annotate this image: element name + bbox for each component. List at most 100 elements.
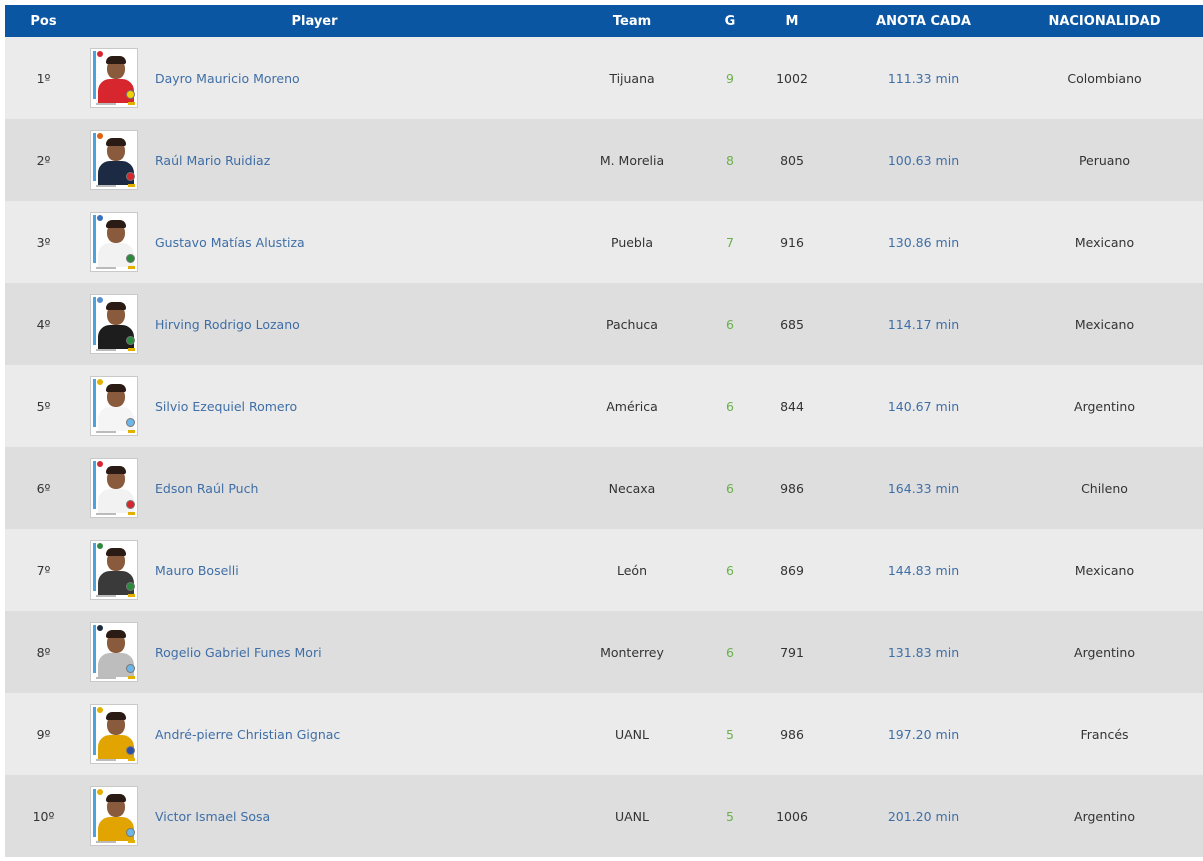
table-row: 4º Hirving Rodrigo Lozano Pachuca 6 685 114.1… (5, 283, 1203, 365)
player-photo-icon[interactable] (90, 294, 138, 354)
cell-player: Rogelio Gabriel Funes Mori (82, 622, 547, 682)
table-row: 2º Raúl Mario Ruidiaz M. Morelia 8 805 100.63… (5, 119, 1203, 201)
cell-nacionalidad: Peruano (1078, 152, 1131, 168)
cell-pos: 7º (36, 562, 51, 578)
cell-player: Victor Ismael Sosa (82, 786, 547, 846)
cell-anota-cada: 111.33 min (887, 70, 960, 86)
cell-player: Dayro Mauricio Moreno (82, 48, 547, 108)
player-link[interactable]: Silvio Ezequiel Romero (155, 399, 297, 414)
cell-team: UANL (614, 726, 649, 742)
player-photo-icon[interactable] (90, 622, 138, 682)
cell-team: UANL (614, 808, 649, 824)
cell-anota-cada: 164.33 min (887, 480, 960, 496)
cell-anota-cada: 197.20 min (887, 726, 960, 742)
player-photo-icon[interactable] (90, 458, 138, 518)
cell-team: Tijuana (609, 70, 655, 86)
player-link[interactable]: Edson Raúl Puch (155, 481, 258, 496)
player-link[interactable]: Rogelio Gabriel Funes Mori (155, 645, 322, 660)
header-player[interactable]: Player (82, 14, 547, 29)
cell-team: Monterrey (600, 644, 664, 660)
cell-minutes: 844 (780, 398, 804, 414)
table-row: 3º Gustavo Matías Alustiza Puebla 7 916 130.8… (5, 201, 1203, 283)
cell-anota-cada: 144.83 min (887, 562, 960, 578)
header-minutes[interactable]: M (743, 14, 841, 29)
player-link[interactable]: Gustavo Matías Alustiza (155, 235, 305, 250)
cell-nacionalidad: Francés (1080, 726, 1129, 742)
cell-pos: 4º (36, 316, 51, 332)
table-header: Pos Player Team G M ANOTA CADA NACIONALI… (5, 5, 1203, 37)
cell-minutes: 986 (780, 480, 804, 496)
player-photo-icon[interactable] (90, 376, 138, 436)
table-row: 8º Rogelio Gabriel Funes Mori Monterrey 6 79… (5, 611, 1203, 693)
cell-goals: 6 (726, 562, 734, 578)
cell-minutes: 916 (780, 234, 804, 250)
cell-player: Gustavo Matías Alustiza (82, 212, 547, 272)
cell-player: Mauro Boselli (82, 540, 547, 600)
player-link[interactable]: Hirving Rodrigo Lozano (155, 317, 300, 332)
player-photo-icon[interactable] (90, 48, 138, 108)
table-row: 10º Victor Ismael Sosa UANL 5 1006 201.20 min… (5, 775, 1203, 857)
cell-anota-cada: 201.20 min (887, 808, 960, 824)
player-photo-icon[interactable] (90, 130, 138, 190)
cell-minutes: 791 (780, 644, 804, 660)
table-body: 1º Dayro Mauricio Moreno Tijuana 9 1002 111.3… (5, 37, 1203, 857)
cell-goals: 5 (726, 726, 734, 742)
cell-anota-cada: 100.63 min (887, 152, 960, 168)
cell-pos: 2º (36, 152, 51, 168)
cell-goals: 9 (726, 70, 734, 86)
header-nacionalidad[interactable]: NACIONALIDAD (1006, 14, 1203, 29)
cell-anota-cada: 114.17 min (887, 316, 960, 332)
cell-goals: 6 (726, 316, 734, 332)
cell-goals: 6 (726, 480, 734, 496)
cell-goals: 5 (726, 808, 734, 824)
cell-player: Hirving Rodrigo Lozano (82, 294, 547, 354)
cell-pos: 9º (36, 726, 51, 742)
cell-nacionalidad: Mexicano (1074, 234, 1135, 250)
cell-goals: 6 (726, 644, 734, 660)
header-pos[interactable]: Pos (5, 14, 82, 29)
cell-nacionalidad: Chileno (1081, 480, 1128, 496)
cell-nacionalidad: Argentino (1074, 808, 1135, 824)
cell-minutes: 869 (780, 562, 804, 578)
player-photo-icon[interactable] (90, 704, 138, 764)
table-row: 1º Dayro Mauricio Moreno Tijuana 9 1002 111.3… (5, 37, 1203, 119)
cell-team: Pachuca (606, 316, 658, 332)
cell-minutes: 986 (780, 726, 804, 742)
cell-minutes: 1002 (776, 70, 808, 86)
player-link[interactable]: Victor Ismael Sosa (155, 809, 270, 824)
header-anota-cada[interactable]: ANOTA CADA (841, 14, 1006, 29)
cell-minutes: 685 (780, 316, 804, 332)
cell-minutes: 1006 (776, 808, 808, 824)
table-row: 9º André-pierre Christian Gignac UANL 5 986 1… (5, 693, 1203, 775)
cell-goals: 7 (726, 234, 734, 250)
player-photo-icon[interactable] (90, 212, 138, 272)
cell-pos: 8º (36, 644, 51, 660)
cell-pos: 3º (36, 234, 51, 250)
player-link[interactable]: André-pierre Christian Gignac (155, 727, 340, 742)
header-goals[interactable]: G (717, 14, 743, 29)
table-row: 5º Silvio Ezequiel Romero América 6 844 140.6… (5, 365, 1203, 447)
cell-pos: 10º (32, 808, 55, 824)
cell-minutes: 805 (780, 152, 804, 168)
cell-nacionalidad: Mexicano (1074, 316, 1135, 332)
cell-goals: 8 (726, 152, 734, 168)
scorers-table: Pos Player Team G M ANOTA CADA NACIONALI… (5, 5, 1203, 857)
cell-goals: 6 (726, 398, 734, 414)
cell-nacionalidad: Argentino (1074, 398, 1135, 414)
player-link[interactable]: Mauro Boselli (155, 563, 239, 578)
player-photo-icon[interactable] (90, 786, 138, 846)
player-link[interactable]: Raúl Mario Ruidiaz (155, 153, 270, 168)
cell-anota-cada: 131.83 min (887, 644, 960, 660)
cell-player: Raúl Mario Ruidiaz (82, 130, 547, 190)
player-photo-icon[interactable] (90, 540, 138, 600)
cell-anota-cada: 140.67 min (887, 398, 960, 414)
cell-nacionalidad: Mexicano (1074, 562, 1135, 578)
cell-player: André-pierre Christian Gignac (82, 704, 547, 764)
cell-team: Puebla (611, 234, 653, 250)
cell-team: M. Morelia (599, 152, 665, 168)
cell-team: León (616, 562, 647, 578)
player-link[interactable]: Dayro Mauricio Moreno (155, 71, 300, 86)
cell-nacionalidad: Argentino (1074, 644, 1135, 660)
header-team[interactable]: Team (547, 14, 717, 29)
cell-player: Edson Raúl Puch (82, 458, 547, 518)
